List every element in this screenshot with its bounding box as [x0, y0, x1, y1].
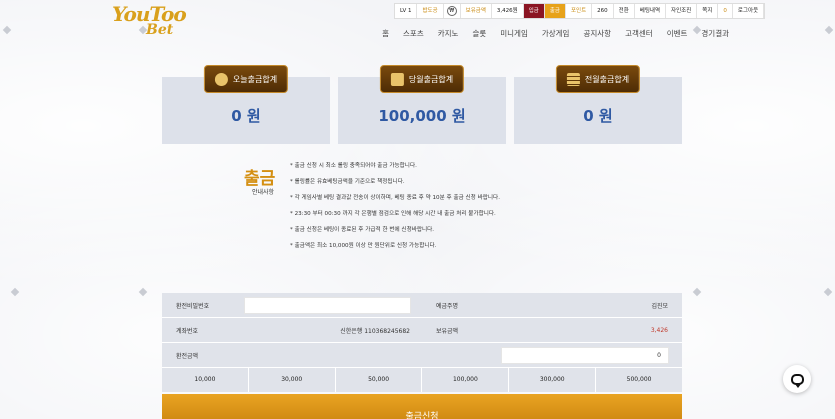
quick-amount-button[interactable]: 30,000 [248, 368, 336, 392]
summary-title-pill: 전월출금합계 [555, 65, 641, 93]
notice-line: * 각 게임사별 베팅 결과값 전송이 상이하며, 베팅 종료 후 약 10분 … [290, 195, 500, 201]
form-row: 환전비밀번호 예금주명 김진모 [162, 293, 682, 318]
nav-sports[interactable]: 스포츠 [403, 28, 424, 39]
chat-button[interactable] [783, 365, 811, 393]
summary-value: 0 원 [583, 107, 613, 125]
coin-icon-wrap: ₩ [444, 4, 461, 18]
quick-amount-button[interactable]: 10,000 [162, 368, 249, 392]
form-row: 계좌번호 신한은행 110368245682 보유금액 3,426 [162, 318, 682, 343]
balance-value: 3,426 [650, 326, 668, 334]
nav-home[interactable]: 홈 [382, 28, 389, 39]
nav-results[interactable]: 경기결과 [701, 28, 729, 39]
quick-amount-button[interactable]: 500,000 [596, 368, 682, 392]
point-value: 260 [592, 4, 614, 18]
user-status-bar: LV 1 밥도공 ₩ 보유금액 3,426원 입금 출금 포인트 260 전환 … [394, 3, 766, 19]
withdraw-title: 출금 [244, 169, 276, 189]
notice-line: * 출금 신청 시 최소 롤링 충족되어야 출금 가능합니다. [290, 163, 417, 169]
account-value: 신한은행 110368245682 [340, 327, 410, 335]
notice-line: * 출금액은 최소 10,000원 이상 만 원단위로 신청 가능합니다. [290, 243, 437, 249]
notes-count: 0 [718, 4, 733, 18]
nav-event[interactable]: 이벤트 [667, 28, 688, 39]
form-row: 환전금액 0 [162, 343, 682, 368]
gold-bars-icon [566, 72, 580, 86]
chat-bubble-icon [790, 373, 804, 388]
summary-title: 전월출금합계 [584, 74, 630, 84]
money-bag-icon [214, 72, 228, 86]
summary-value: 0 원 [231, 107, 261, 125]
quick-amount-button[interactable]: 300,000 [509, 368, 597, 392]
notice-subtitle: 안내사항 [252, 189, 275, 196]
logo[interactable]: YouToo Bet [112, 2, 187, 42]
coin-icon: ₩ [446, 6, 457, 16]
summary-card-last-month: 전월출금합계 0 원 [514, 65, 682, 144]
username: 밥도공 [417, 4, 444, 18]
withdraw-form: 환전비밀번호 예금주명 김진모 계좌번호 신한은행 110368245682 보… [162, 293, 682, 392]
password-label: 환전비밀번호 [176, 302, 210, 310]
nav-casino[interactable]: 카지노 [438, 28, 459, 39]
convert-button[interactable]: 전환 [614, 4, 635, 18]
notice-list: * 출금 신청 시 최소 롤링 충족되어야 출금 가능합니다. * 롤링률은 유… [290, 162, 500, 258]
summary-card-this-month: 당월출금합계 100,000 원 [338, 65, 506, 144]
deposit-button[interactable]: 입금 [523, 4, 545, 18]
summary-title: 오늘출금합계 [232, 74, 278, 84]
nav-customer-center[interactable]: 고객센터 [625, 28, 653, 39]
decor-diamond [823, 287, 833, 297]
main-nav: 홈 스포츠 카지노 슬롯 미니게임 가상게임 공지사항 고객센터 이벤트 경기결… [382, 28, 729, 39]
logout-button[interactable]: 로그아웃 [733, 4, 765, 18]
holding-value: 3,426원 [492, 4, 524, 18]
quick-amounts: 10,000 30,000 50,000 100,000 300,000 500… [162, 368, 682, 392]
cash-icon [390, 72, 404, 86]
user-level: LV 1 [395, 4, 418, 18]
summary-title-pill: 당월출금합계 [379, 65, 465, 93]
depositor-label: 예금주명 [436, 302, 459, 310]
holding-label: 보유금액 [461, 4, 492, 18]
point-label: 포인트 [566, 4, 593, 18]
logo-bottom: Bet [146, 22, 174, 38]
quick-amount-button[interactable]: 50,000 [335, 368, 423, 392]
decor-diamond [692, 287, 702, 297]
summary-value: 100,000 원 [378, 107, 466, 125]
nav-virtual-game[interactable]: 가상게임 [542, 28, 570, 39]
notice-line: * 출금 신청은 베팅이 종료된 후 가급적 한 번에 신청바랍니다. [290, 227, 435, 233]
withdraw-button[interactable]: 출금 [544, 4, 566, 18]
account-label: 계좌번호 [176, 327, 199, 335]
withdraw-submit-button[interactable]: 출금신청 [162, 394, 682, 419]
amount-input[interactable]: 0 [501, 346, 669, 364]
decor-diamond [10, 287, 20, 297]
nav-notice[interactable]: 공지사항 [583, 28, 611, 39]
amount-label: 환전금액 [176, 352, 199, 360]
summary-card-today: 오늘출금합계 0 원 [162, 65, 330, 144]
bet-history-link[interactable]: 베팅내역 [635, 4, 667, 18]
balance-label: 보유금액 [436, 327, 459, 335]
quick-amount-button[interactable]: 100,000 [422, 368, 510, 392]
notice-line: * 23:30 부터 00:30 까지 각 은행별 점검으로 인해 해당 시간 … [290, 211, 496, 217]
decor-diamond [138, 287, 148, 297]
summary-title: 당월출금합계 [408, 74, 454, 84]
nav-slot[interactable]: 슬롯 [472, 28, 486, 39]
nav-minigame[interactable]: 미니게임 [500, 28, 528, 39]
attendance-link[interactable]: 자인조진 [666, 4, 698, 18]
depositor-value: 김진모 [651, 302, 668, 310]
password-input[interactable] [244, 296, 411, 314]
notice-line: * 롤링률은 유효베팅금액을 기준으로 책정됩니다. [290, 179, 405, 185]
notes-link[interactable]: 쪽지 [697, 4, 719, 18]
header: YouToo Bet LV 1 밥도공 ₩ 보유금액 3,426원 입금 출금 … [0, 0, 835, 44]
summary-title-pill: 오늘출금합계 [203, 65, 289, 93]
